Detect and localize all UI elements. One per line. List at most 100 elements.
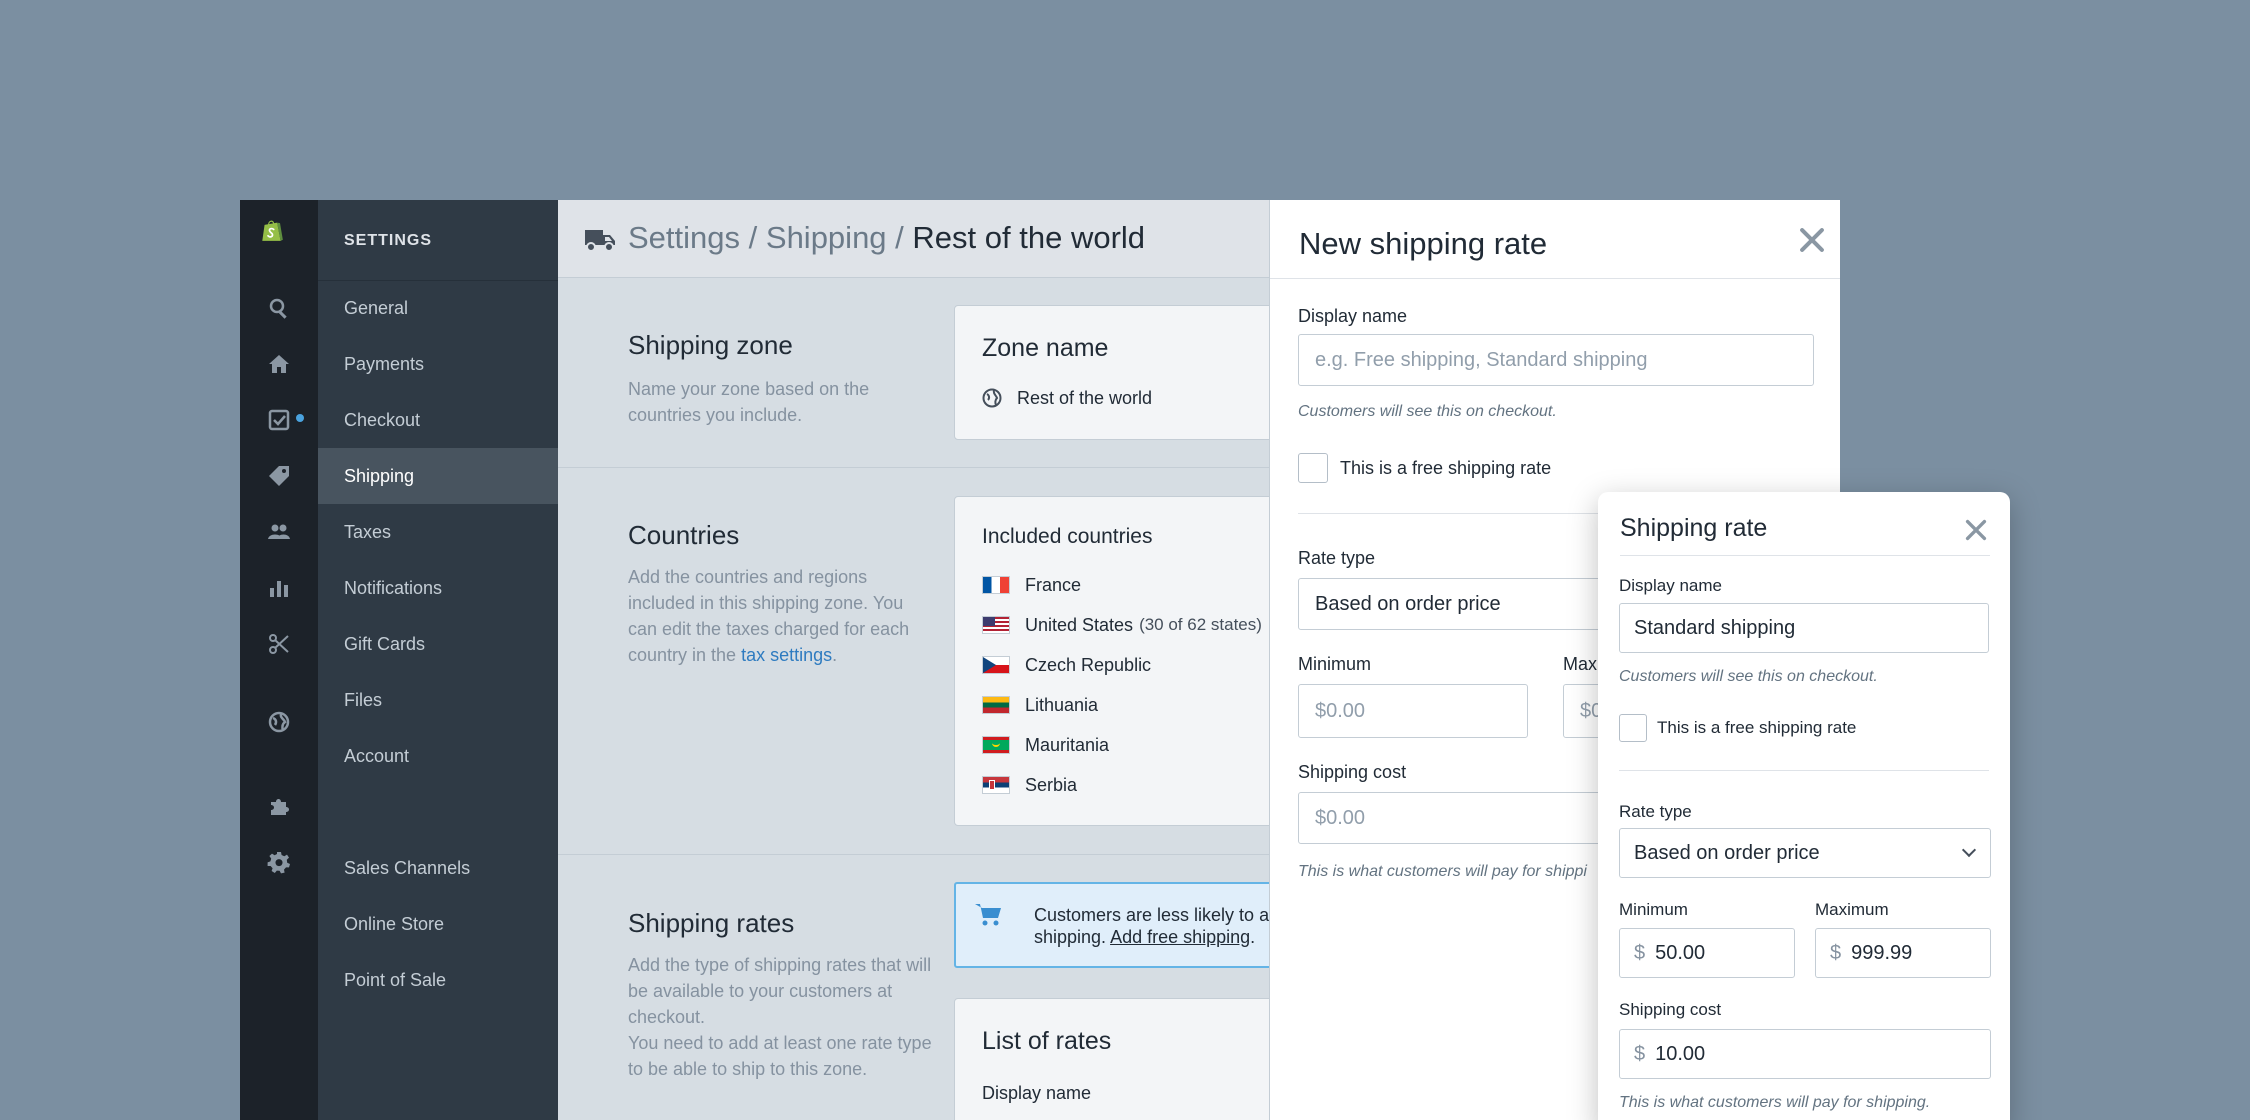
nav-item-sales-channels[interactable]: Sales Channels	[318, 840, 558, 896]
notification-dot	[296, 414, 304, 422]
section-title-shipping-zone: Shipping zone	[628, 330, 793, 360]
currency-symbol: $	[1634, 1042, 1646, 1065]
nav-item-online-store[interactable]: Online Store	[318, 896, 558, 952]
card-title-list-of-rates: List of rates	[982, 1027, 1112, 1055]
rate-type-value: Based on order price	[1634, 841, 1820, 864]
panel-title: New shipping rate	[1299, 226, 1548, 261]
country-row: Lithuania	[982, 693, 1098, 717]
banner-text: Customers are less likely to ab shipping.…	[1034, 905, 1280, 947]
minimum-label: Minimum	[1619, 900, 1688, 919]
modal-divider	[1620, 555, 1990, 556]
shipping-cost-help: This is what customers will pay for ship…	[1619, 1094, 1931, 1111]
free-shipping-checkbox[interactable]	[1619, 714, 1647, 742]
section-title-countries: Countries	[628, 520, 740, 550]
free-shipping-label: This is a free shipping rate	[1657, 718, 1857, 737]
tax-settings-link[interactable]: tax settings	[741, 645, 832, 665]
free-shipping-checkbox[interactable]	[1298, 453, 1328, 483]
panel-divider	[1270, 278, 1840, 279]
tag-icon[interactable]	[265, 462, 293, 490]
display-name-help: Customers will see this on checkout.	[1619, 668, 1878, 685]
section-desc-shipping-zone: Name your zone based on the countries yo…	[628, 379, 870, 425]
shipping-rate-modal: Shipping rate Display name Standard ship…	[1598, 492, 2010, 1120]
main-content: Settings / Shipping / Rest of the world …	[558, 200, 1354, 1120]
display-name-input[interactable]: e.g. Free shipping, Standard shipping	[1298, 334, 1814, 386]
nav-item-payments[interactable]: Payments	[318, 336, 558, 392]
nav-item-notifications[interactable]: Notifications	[318, 560, 558, 616]
country-row: Mauritania	[982, 733, 1109, 757]
maximum-input[interactable]: $999.99	[1815, 928, 1991, 978]
breadcrumb-current: Rest of the world	[912, 220, 1146, 255]
column-header-display-name: Display name	[982, 1083, 1092, 1103]
nav-item-account[interactable]: Account	[318, 728, 558, 784]
maximum-label: Maximum	[1815, 900, 1889, 919]
reports-icon[interactable]	[265, 574, 293, 602]
nav-item-checkout[interactable]: Checkout	[318, 392, 558, 448]
close-icon[interactable]	[1798, 226, 1826, 254]
breadcrumb-settings[interactable]: Settings	[628, 220, 740, 255]
add-free-shipping-link[interactable]: Add free shipping	[1110, 927, 1250, 947]
nav-item-gift-cards[interactable]: Gift Cards	[318, 616, 558, 672]
nav-item-point-of-sale[interactable]: Point of Sale	[318, 952, 558, 1008]
section-desc-shipping-rates: Add the type of shipping rates that will…	[628, 955, 932, 1079]
flag-lithuania-icon	[982, 696, 1010, 714]
shipping-cost-input[interactable]: $10.00	[1619, 1029, 1991, 1079]
flag-czech-republic-icon	[982, 656, 1010, 674]
gear-icon[interactable]	[265, 848, 293, 876]
shipping-cost-help: This is what customers will pay for ship…	[1298, 863, 1587, 880]
icon-rail	[240, 200, 318, 1120]
globe-icon[interactable]	[265, 708, 293, 736]
nav-item-taxes[interactable]: Taxes	[318, 504, 558, 560]
section-desc-countries: Add the countries and regions included i…	[628, 567, 910, 665]
settings-nav: SETTINGS General Payments Checkout Shipp…	[318, 200, 558, 1120]
breadcrumb-separator: /	[895, 220, 904, 255]
display-name-label: Display name	[1298, 306, 1408, 326]
flag-serbia-icon	[982, 776, 1010, 794]
breadcrumb-shipping[interactable]: Shipping	[766, 220, 887, 255]
card-title-included-countries: Included countries	[982, 525, 1153, 548]
minimum-input[interactable]: $0.00	[1298, 684, 1528, 738]
orders-icon[interactable]	[265, 406, 293, 434]
flag-united-states-icon	[982, 616, 1010, 634]
search-icon[interactable]	[265, 294, 293, 322]
country-row: United States (30 of 62 states)	[982, 613, 1262, 637]
country-row: Czech Republic	[982, 653, 1151, 677]
apps-icon[interactable]	[265, 792, 293, 820]
top-bar: Settings / Shipping / Rest of the world	[558, 200, 1280, 278]
rate-type-select[interactable]: Based on order price	[1619, 828, 1991, 878]
truck-icon	[584, 226, 616, 254]
display-name-label: Display name	[1619, 576, 1722, 595]
flag-mauritania-icon	[982, 736, 1010, 754]
breadcrumb-separator: /	[748, 220, 758, 255]
section-divider	[558, 467, 1280, 468]
zone-name-value: Rest of the world	[1017, 388, 1153, 408]
nav-item-shipping[interactable]: Shipping	[318, 448, 558, 504]
currency-symbol: $	[1830, 941, 1842, 964]
customers-icon[interactable]	[265, 518, 293, 546]
maximum-label: Maxi	[1563, 654, 1602, 674]
section-divider	[558, 854, 1280, 855]
section-title-shipping-rates: Shipping rates	[628, 908, 795, 938]
rate-type-label: Rate type	[1298, 548, 1376, 568]
display-name-input[interactable]: Standard shipping	[1619, 603, 1989, 653]
shopify-logo[interactable]	[260, 218, 298, 260]
modal-title: Shipping rate	[1620, 514, 1768, 542]
discounts-icon[interactable]	[265, 630, 293, 658]
modal-divider	[1619, 770, 1989, 771]
currency-symbol: $	[1634, 941, 1646, 964]
breadcrumb: Settings / Shipping / Rest of the world	[628, 220, 1145, 256]
nav-item-general[interactable]: General	[318, 280, 558, 336]
flag-france-icon	[982, 576, 1010, 594]
close-icon[interactable]	[1964, 518, 1988, 542]
rate-type-label: Rate type	[1619, 802, 1692, 821]
display-name-help: Customers will see this on checkout.	[1298, 403, 1557, 420]
country-row: France	[982, 573, 1081, 597]
home-icon[interactable]	[265, 350, 293, 378]
shipping-cost-label: Shipping cost	[1619, 1000, 1722, 1019]
settings-header: SETTINGS	[344, 232, 433, 249]
minimum-input[interactable]: $50.00	[1619, 928, 1795, 978]
country-row: Serbia	[982, 773, 1077, 797]
nav-item-files[interactable]: Files	[318, 672, 558, 728]
minimum-label: Minimum	[1298, 654, 1372, 674]
chevron-down-icon	[1961, 842, 1977, 858]
cart-icon	[974, 902, 1002, 928]
